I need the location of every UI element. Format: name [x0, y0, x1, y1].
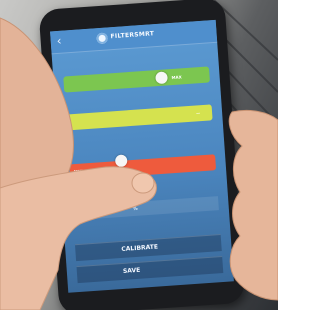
- right-hand-fingers: [228, 109, 278, 301]
- photo-scene: ‹ FILTERSMRT MAX — MIN % CALIBRATE SAVE: [0, 0, 278, 310]
- index-finger: [0, 166, 157, 310]
- fingertip: [131, 172, 155, 194]
- hand-overlay: [0, 17, 278, 310]
